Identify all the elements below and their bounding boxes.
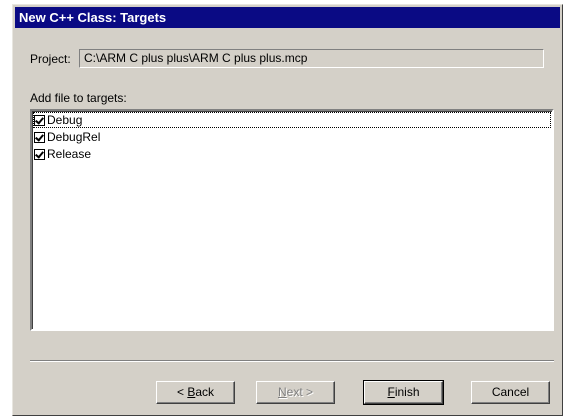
- next-button[interactable]: Next >: [256, 381, 335, 404]
- checkbox-checked-icon[interactable]: [34, 131, 45, 143]
- target-item-label: Debug: [47, 113, 83, 127]
- dialog-title: New C++ Class: Targets: [15, 7, 560, 28]
- target-item-label: DebugRel: [47, 130, 101, 144]
- new-class-dialog: New C++ Class: Targets Project: C:\ARM C…: [12, 4, 563, 416]
- targets-label: Add file to targets:: [30, 91, 127, 105]
- checkbox-checked-icon[interactable]: [34, 114, 45, 126]
- checkbox-checked-icon[interactable]: [34, 148, 45, 160]
- cancel-button[interactable]: Cancel: [471, 381, 550, 404]
- target-item-release[interactable]: Release: [33, 146, 551, 162]
- project-label: Project:: [30, 52, 71, 66]
- targets-list[interactable]: Debug DebugRel Release: [30, 109, 554, 331]
- target-item-label: Release: [47, 147, 92, 161]
- button-separator: [30, 360, 554, 362]
- back-button[interactable]: < Back: [156, 381, 235, 404]
- finish-button[interactable]: Finish: [363, 380, 444, 405]
- project-path-field: C:\ARM C plus plus\ARM C plus plus.mcp: [79, 49, 544, 68]
- target-item-debugrel[interactable]: DebugRel: [33, 129, 551, 145]
- target-item-debug[interactable]: Debug: [33, 112, 551, 128]
